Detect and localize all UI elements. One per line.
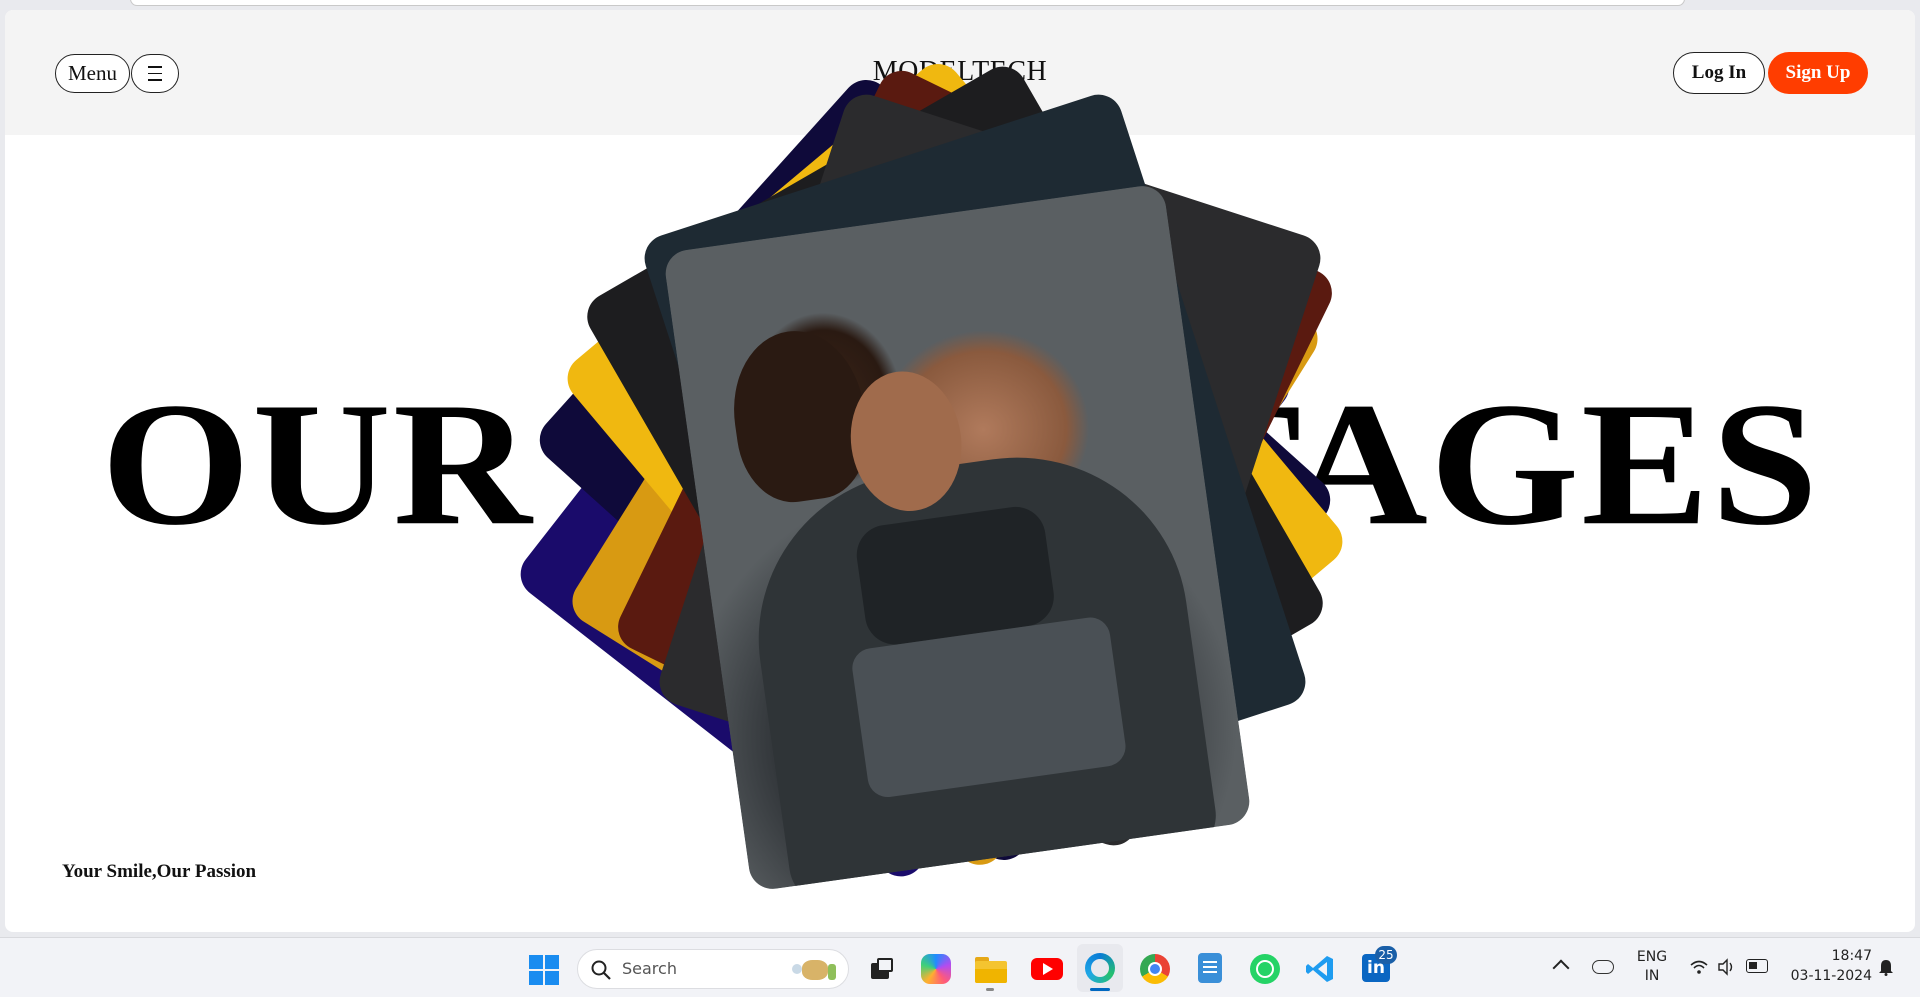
clock-date: 03-11-2024 <box>1790 968 1872 984</box>
signup-button[interactable]: Sign Up <box>1768 52 1868 94</box>
edge-tab-button[interactable] <box>1077 944 1123 992</box>
task-view-icon[interactable] <box>867 955 895 983</box>
linkedin-badge: 25 <box>1375 946 1397 964</box>
region-label: IN <box>1644 968 1660 984</box>
webpage: Menu MODELTECH Log In Sign Up OUR A TAGE… <box>5 10 1915 932</box>
whatsapp-icon[interactable] <box>1250 954 1280 984</box>
search-highlight-icon <box>786 958 842 982</box>
tagline: Your Smile,Our Passion <box>62 861 257 882</box>
featured-model-photo[interactable] <box>662 182 1253 893</box>
login-button[interactable]: Log In <box>1673 52 1765 94</box>
volume-icon[interactable] <box>1717 958 1737 976</box>
clock-time: 18:47 <box>1831 948 1872 964</box>
chevron-up-icon[interactable] <box>1552 959 1570 977</box>
battery-icon[interactable] <box>1746 959 1768 973</box>
browser-viewport: Menu MODELTECH Log In Sign Up OUR A TAGE… <box>0 0 1920 937</box>
taskbar-search[interactable]: Search <box>577 949 849 989</box>
onedrive-icon[interactable] <box>1592 960 1614 974</box>
windows-start-icon[interactable] <box>529 955 559 985</box>
taskbar: Search in 25 ENG IN 18:47 03-11-2024 <box>0 937 1920 997</box>
file-explorer-icon[interactable] <box>975 955 1007 991</box>
language-label: ENG <box>1636 949 1668 965</box>
notepad-icon[interactable] <box>1198 953 1222 983</box>
copilot-icon[interactable] <box>921 954 951 984</box>
chrome-icon[interactable] <box>1140 954 1170 984</box>
notification-bell-icon[interactable] <box>1878 958 1894 976</box>
search-placeholder: Search <box>622 959 677 978</box>
language-indicator[interactable]: ENG IN <box>1628 948 1676 988</box>
wifi-icon[interactable] <box>1690 958 1708 976</box>
clock[interactable]: 18:47 03-11-2024 <box>1780 946 1872 990</box>
search-icon <box>591 960 611 980</box>
youtube-icon[interactable] <box>1031 958 1063 980</box>
vscode-icon[interactable] <box>1305 954 1335 984</box>
address-bar-edge <box>130 0 1685 6</box>
